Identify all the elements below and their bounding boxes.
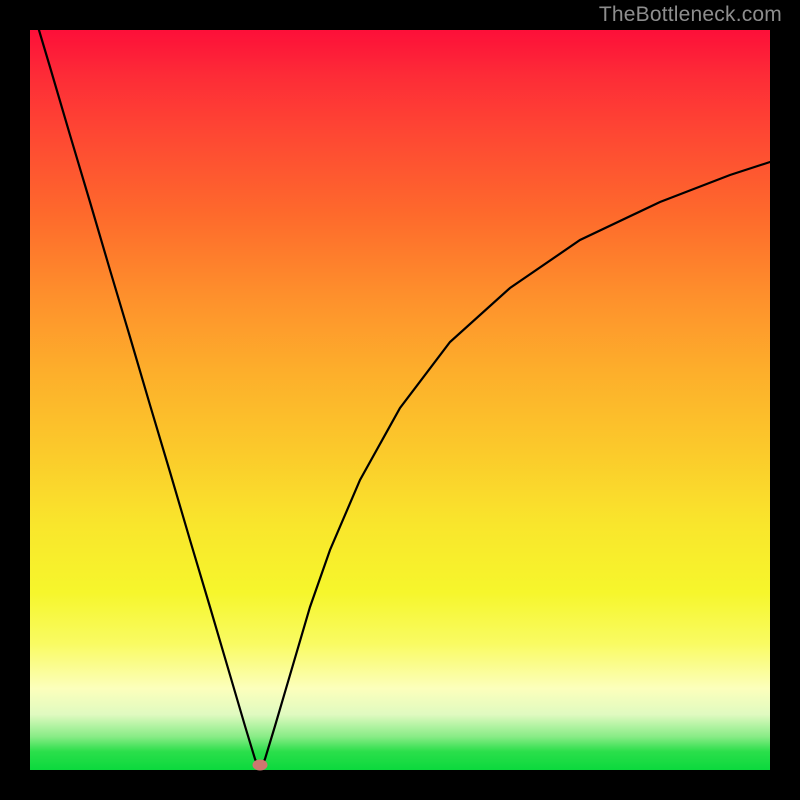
plot-area (30, 30, 770, 770)
optimum-marker (253, 760, 268, 771)
bottleneck-curve (30, 30, 770, 770)
chart-frame: TheBottleneck.com (0, 0, 800, 800)
watermark-text: TheBottleneck.com (599, 3, 782, 27)
